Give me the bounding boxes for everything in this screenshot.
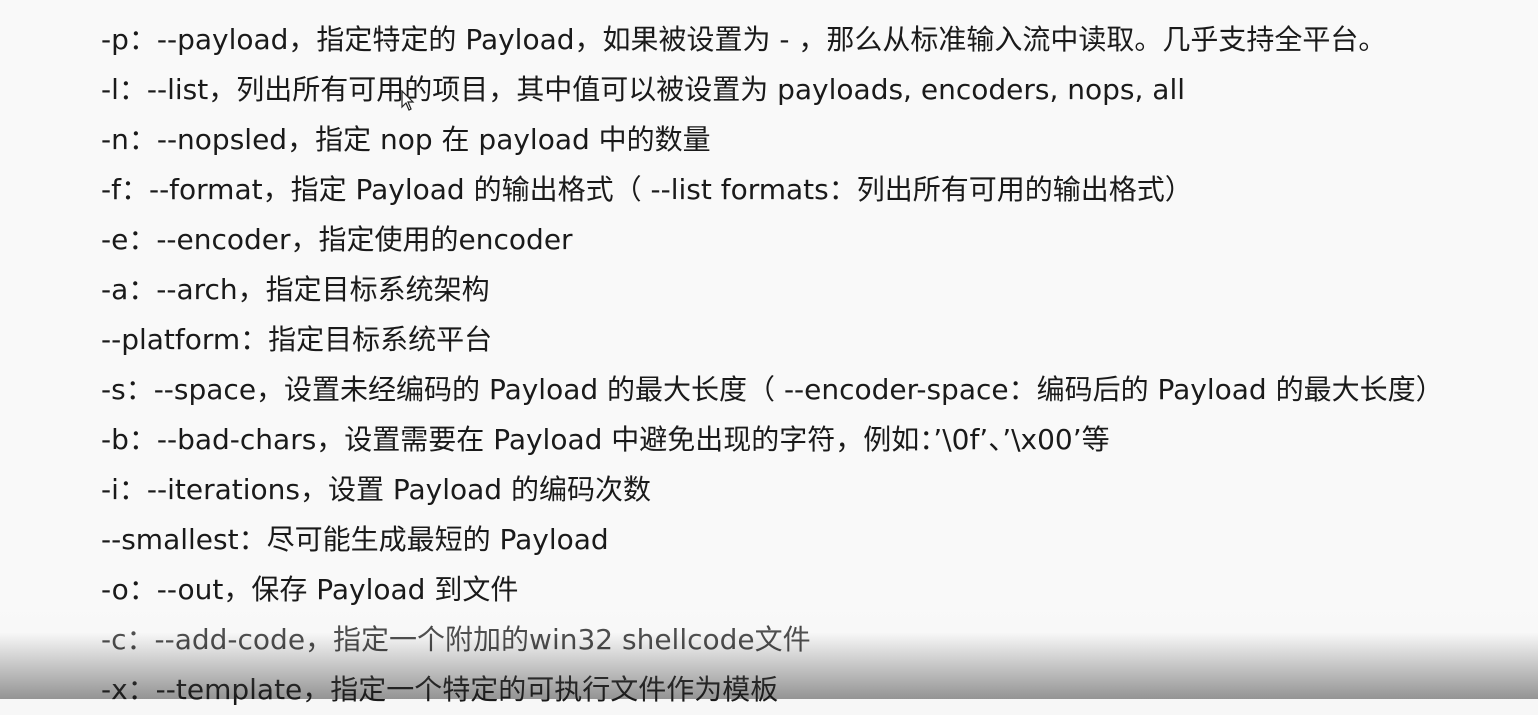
option-line-payload: -p：--payload，指定特定的 Payload，如果被设置为 - ，那么从…: [101, 23, 1387, 56]
option-line-arch: -a：--arch，指定目标系统架构: [101, 273, 490, 306]
option-line-format: -f：--format，指定 Payload 的输出格式（ --list for…: [101, 173, 1193, 206]
option-line-add-code: -c：--add-code，指定一个附加的win32 shellcode文件: [101, 623, 811, 656]
option-line-iterations: -i：--iterations，设置 Payload 的编码次数: [101, 473, 651, 506]
option-line-list: -l：--list，列出所有可用的项目，其中值可以被设置为 payloads, …: [101, 73, 1186, 106]
option-line-smallest: --smallest：尽可能生成最短的 Payload: [101, 523, 609, 556]
option-line-bad-chars: -b：--bad-chars，设置需要在 Payload 中避免出现的字符，例如…: [101, 423, 1110, 456]
option-line-encoder: -e：--encoder，指定使用的encoder: [101, 223, 573, 256]
mouse-pointer-icon: [401, 90, 415, 111]
option-line-template: -x：--template，指定一个特定的可执行文件作为模板: [101, 673, 779, 706]
option-list: -p：--payload，指定特定的 Payload，如果被设置为 - ，那么从…: [101, 15, 1531, 715]
option-line-space: -s：--space，设置未经编码的 Payload 的最大长度（ --enco…: [101, 373, 1444, 406]
option-line-nopsled: -n：--nopsled，指定 nop 在 payload 中的数量: [101, 123, 711, 156]
option-line-out: -o：--out，保存 Payload 到文件: [101, 573, 519, 606]
document-page: -p：--payload，指定特定的 Payload，如果被设置为 - ，那么从…: [0, 0, 1538, 706]
option-line-platform: --platform：指定目标系统平台: [101, 323, 493, 356]
